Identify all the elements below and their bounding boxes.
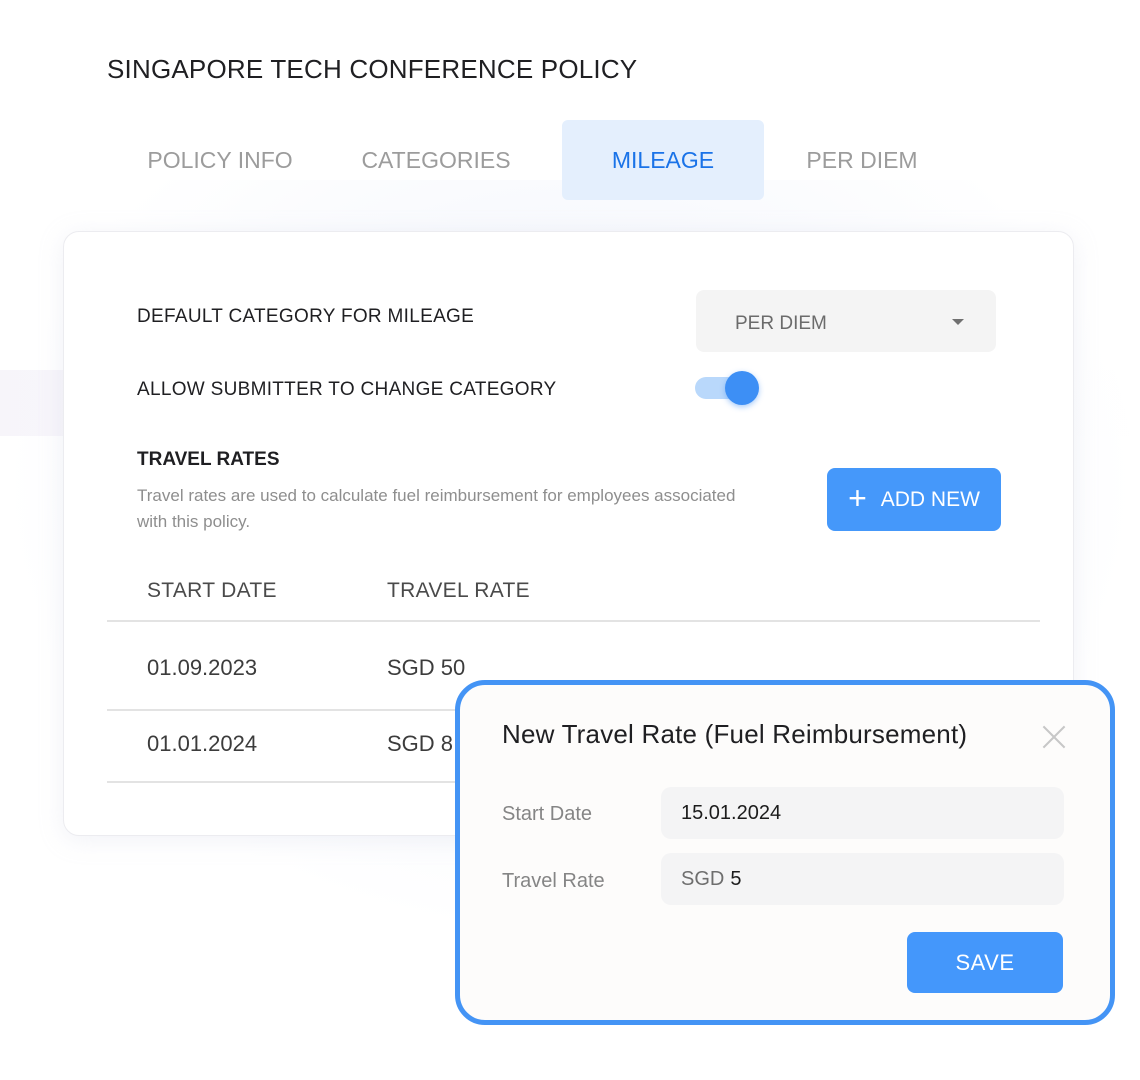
table-header-divider: [107, 620, 1040, 622]
save-button[interactable]: SAVE: [907, 932, 1063, 993]
new-travel-rate-modal: New Travel Rate (Fuel Reimbursement) Sta…: [455, 680, 1115, 1025]
travel-rate-input[interactable]: SGD 5: [661, 853, 1064, 905]
travel-rates-description: Travel rates are used to calculate fuel …: [137, 486, 736, 531]
travel-rate-label: Travel Rate: [502, 870, 605, 892]
travel-rate-value: 5: [730, 867, 742, 890]
add-new-label: ADD NEW: [880, 487, 980, 511]
tab-per-diem[interactable]: PER DIEM: [764, 120, 960, 200]
start-date-label: Start Date: [502, 803, 593, 825]
toggle-knob: [725, 371, 759, 405]
close-icon[interactable]: [1042, 725, 1066, 749]
modal-title: New Travel Rate (Fuel Reimbursement): [502, 719, 968, 749]
caret-down-icon: [952, 319, 964, 325]
travel-rates-title: TRAVEL RATES: [137, 449, 280, 470]
start-date-value: 15.01.2024: [681, 801, 782, 824]
default-category-value: PER DIEM: [735, 313, 827, 334]
allow-change-category-toggle[interactable]: [695, 371, 763, 407]
start-date-input[interactable]: 15.01.2024: [661, 787, 1064, 839]
tab-mileage[interactable]: MILEAGE: [562, 120, 764, 200]
currency-prefix: SGD: [681, 867, 725, 890]
tab-policy-info[interactable]: POLICY INFO: [130, 120, 310, 200]
default-category-select[interactable]: PER DIEM: [696, 290, 996, 352]
add-new-button[interactable]: + ADD NEW: [827, 468, 1001, 531]
row-travel-rate: SGD 8: [387, 731, 454, 756]
allow-change-category-label: ALLOW SUBMITTER TO CHANGE CATEGORY: [137, 379, 557, 400]
row-start-date: 01.09.2023: [147, 655, 258, 680]
column-header-start-date: START DATE: [147, 579, 277, 602]
default-category-label: DEFAULT CATEGORY FOR MILEAGE: [137, 306, 475, 327]
column-header-travel-rate: TRAVEL RATE: [387, 579, 530, 602]
tab-bar: POLICY INFO CATEGORIES MILEAGE PER DIEM: [130, 120, 960, 200]
row-start-date: 01.01.2024: [147, 731, 258, 756]
plus-icon: +: [848, 480, 867, 516]
page-title: SINGAPORE TECH CONFERENCE POLICY: [107, 54, 638, 84]
row-travel-rate: SGD 50: [387, 655, 466, 680]
tab-categories[interactable]: CATEGORIES: [310, 120, 562, 200]
